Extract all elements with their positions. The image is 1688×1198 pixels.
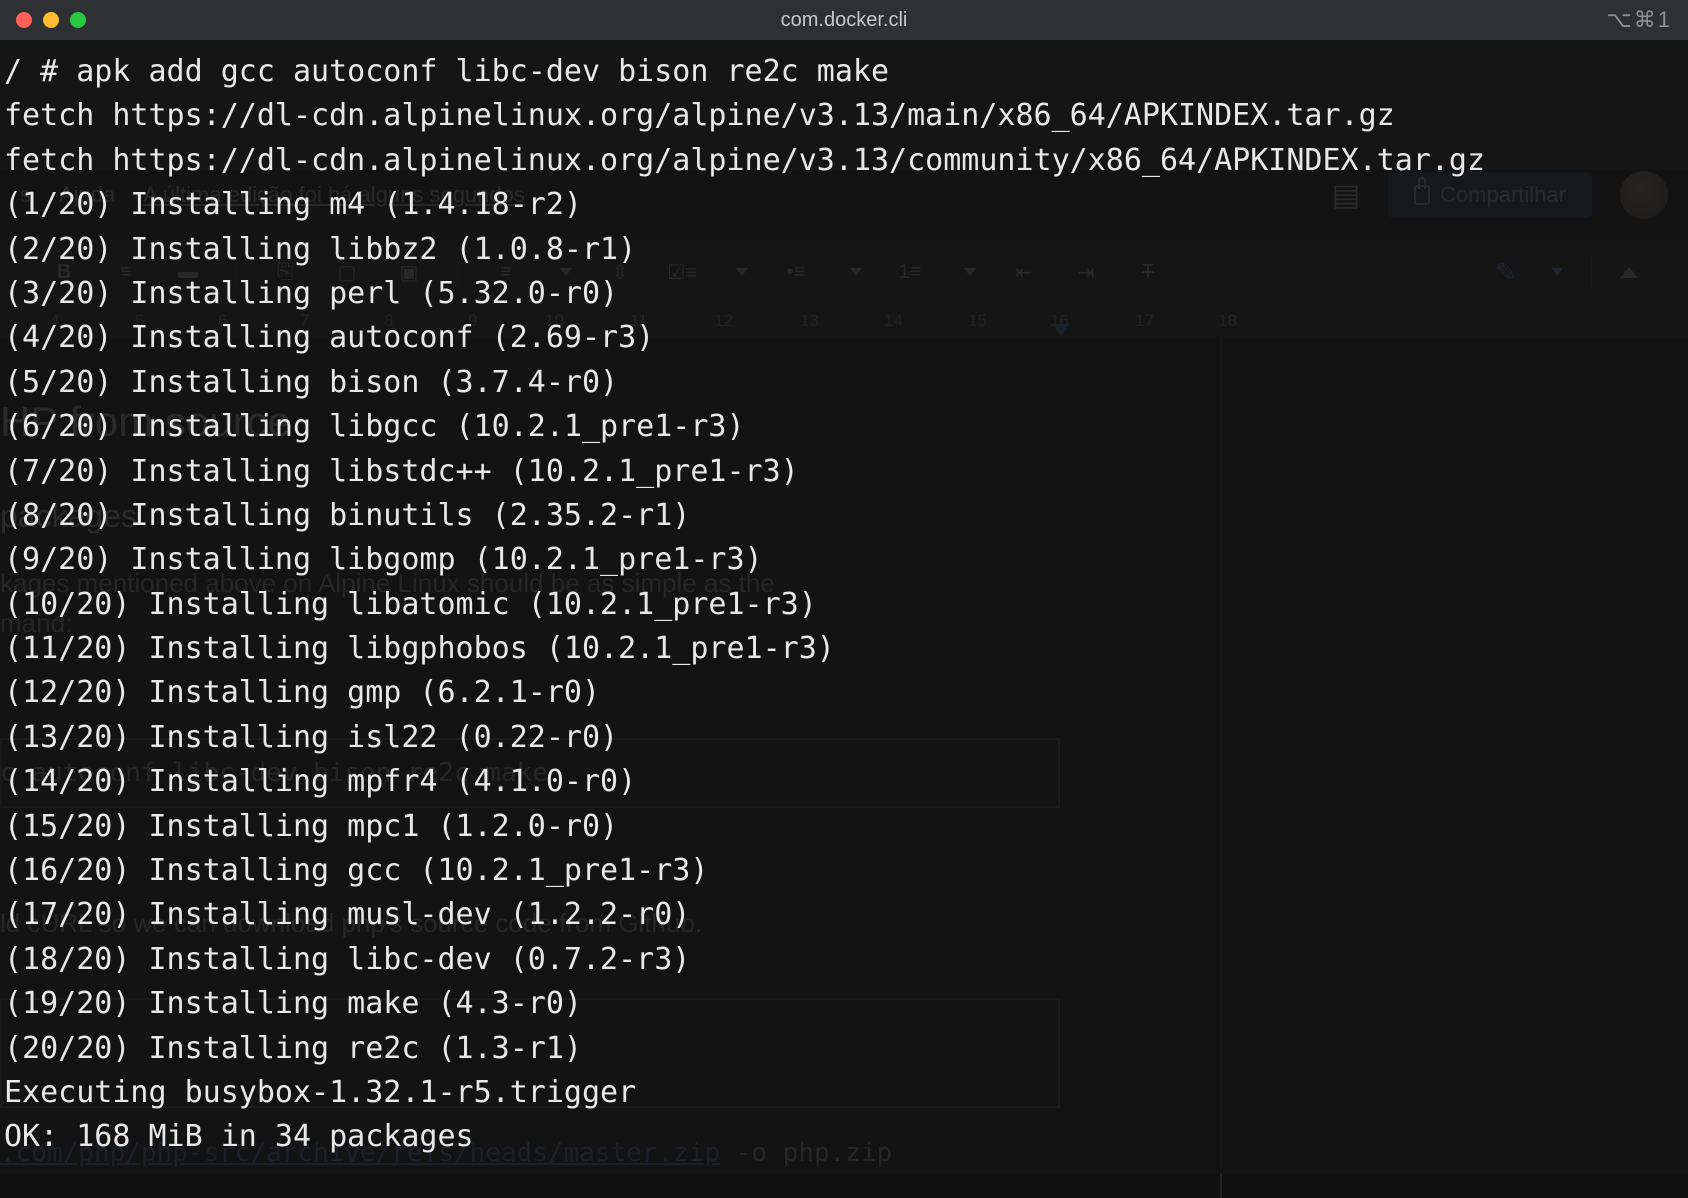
terminal-output-line: (17/20) Installing musl-dev (1.2.2-r0): [4, 893, 1684, 937]
terminal-output-line: (6/20) Installing libgcc (10.2.1_pre1-r3…: [4, 405, 1684, 449]
terminal-output-line: Executing busybox-1.32.1-r5.trigger: [4, 1071, 1684, 1115]
terminal-output-line: OK: 168 MiB in 34 packages: [4, 1115, 1684, 1159]
terminal-title: com.docker.cli: [0, 9, 1688, 32]
terminal-output-line: (12/20) Installing gmp (6.2.1-r0): [4, 671, 1684, 715]
terminal-output-line: (18/20) Installing libc-dev (0.7.2-r3): [4, 938, 1684, 982]
terminal-output-line: (4/20) Installing autoconf (2.69-r3): [4, 316, 1684, 360]
terminal-output-line: (5/20) Installing bison (3.7.4-r0): [4, 361, 1684, 405]
terminal-output-line: fetch https://dl-cdn.alpinelinux.org/alp…: [4, 94, 1684, 138]
terminal-window[interactable]: com.docker.cli ⌥⌘1 / # apk add gcc autoc…: [0, 0, 1688, 1174]
close-button[interactable]: [16, 12, 32, 28]
terminal-prompt-line: / # apk add gcc autoconf libc-dev bison …: [4, 50, 1684, 94]
terminal-output-line: (10/20) Installing libatomic (10.2.1_pre…: [4, 583, 1684, 627]
terminal-output-line: (11/20) Installing libgphobos (10.2.1_pr…: [4, 627, 1684, 671]
terminal-output-line: (1/20) Installing m4 (1.4.18-r2): [4, 183, 1684, 227]
window-controls: [16, 12, 86, 28]
terminal-body[interactable]: / # apk add gcc autoconf libc-dev bison …: [0, 40, 1688, 1174]
terminal-output-line: (13/20) Installing isl22 (0.22-r0): [4, 716, 1684, 760]
terminal-output-line: (16/20) Installing gcc (10.2.1_pre1-r3): [4, 849, 1684, 893]
minimize-button[interactable]: [43, 12, 59, 28]
terminal-output-line: (2/20) Installing libbz2 (1.0.8-r1): [4, 228, 1684, 272]
terminal-output-line: (3/20) Installing perl (5.32.0-r0): [4, 272, 1684, 316]
terminal-shortcut: ⌥⌘1: [1606, 7, 1672, 33]
terminal-output-line: (15/20) Installing mpc1 (1.2.0-r0): [4, 805, 1684, 849]
terminal-output-line: (20/20) Installing re2c (1.3-r1): [4, 1027, 1684, 1071]
zoom-button[interactable]: [70, 12, 86, 28]
terminal-output-line: (9/20) Installing libgomp (10.2.1_pre1-r…: [4, 538, 1684, 582]
terminal-prompt: / #: [4, 54, 76, 89]
terminal-output-line: (14/20) Installing mpfr4 (4.1.0-r0): [4, 760, 1684, 804]
terminal-command: apk add gcc autoconf libc-dev bison re2c…: [76, 54, 889, 89]
terminal-titlebar[interactable]: com.docker.cli ⌥⌘1: [0, 0, 1688, 40]
terminal-output-line: fetch https://dl-cdn.alpinelinux.org/alp…: [4, 139, 1684, 183]
terminal-output-line: (7/20) Installing libstdc++ (10.2.1_pre1…: [4, 450, 1684, 494]
terminal-output-line: (19/20) Installing make (4.3-r0): [4, 982, 1684, 1026]
terminal-output-line: (8/20) Installing binutils (2.35.2-r1): [4, 494, 1684, 538]
